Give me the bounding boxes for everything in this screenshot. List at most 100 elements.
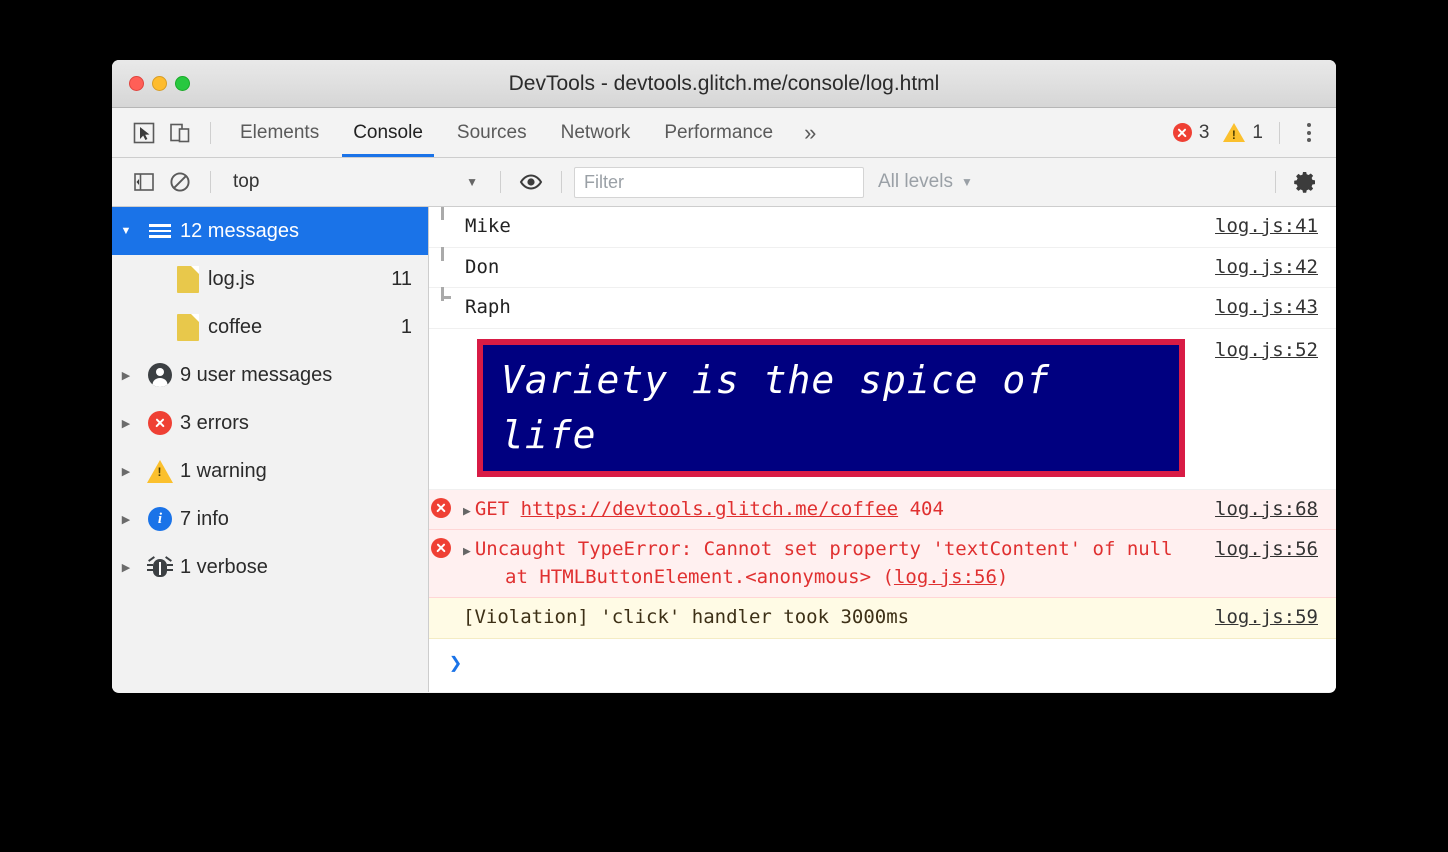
- source-link[interactable]: log.js:59: [1199, 604, 1336, 632]
- cursor-select-icon[interactable]: [126, 115, 162, 151]
- stack-suffix: ): [996, 565, 1009, 588]
- status-divider: [1279, 121, 1280, 144]
- console-message-row[interactable]: Don log.js:42: [429, 246, 1336, 289]
- status-code: 404: [909, 497, 944, 520]
- filter-input[interactable]: [574, 166, 864, 198]
- toolbar-divider: [210, 121, 211, 144]
- console-error-row-exception[interactable]: ▶ Uncaught TypeError: Cannot set property…: [429, 530, 1336, 599]
- sidebar-item-label: 9 user messages: [180, 363, 333, 386]
- log-level-selector[interactable]: All levels ▼: [878, 171, 973, 193]
- violation-gutter: [429, 604, 453, 606]
- error-icon: [140, 411, 180, 435]
- styled-message-container: Variety is the spice of life: [429, 329, 1199, 489]
- clear-console-icon[interactable]: [162, 164, 198, 200]
- console-prompt[interactable]: ❯: [429, 639, 1336, 687]
- sidebar-item-verbose[interactable]: ▶ 1 verbose: [112, 543, 428, 591]
- twisty-icon[interactable]: ▶: [112, 417, 140, 430]
- request-url[interactable]: https://devtools.glitch.me/coffee: [521, 498, 899, 520]
- console-error-row-network[interactable]: ▶ GET https://devtools.glitch.me/coffee 4…: [429, 489, 1336, 531]
- console-message-row[interactable]: Mike log.js:41: [429, 207, 1336, 248]
- sidebar-item-info[interactable]: ▶ i 7 info: [112, 495, 428, 543]
- expand-triangle-icon[interactable]: ▶: [463, 544, 471, 559]
- title-bar: DevTools - devtools.glitch.me/console/lo…: [112, 60, 1336, 108]
- source-link[interactable]: log.js:56: [1199, 536, 1336, 564]
- show-console-sidebar-icon[interactable]: [126, 164, 162, 200]
- sidebar-item-label: 1 verbose: [180, 555, 268, 578]
- user-icon: [140, 363, 180, 387]
- source-link[interactable]: log.js:43: [1199, 294, 1336, 322]
- prompt-chevron-icon: ❯: [449, 650, 463, 676]
- source-link[interactable]: log.js:42: [1199, 254, 1336, 282]
- window-title: DevTools - devtools.glitch.me/console/lo…: [508, 71, 940, 95]
- console-filter-bar: top ▼ All levels ▼: [112, 158, 1336, 207]
- sidebar-item-label: 7 info: [180, 507, 229, 530]
- sidebar-item-label: log.js: [208, 267, 255, 290]
- toolbar-status-area: 3 1: [1172, 121, 1336, 144]
- sidebar-item-label: 3 errors: [180, 411, 249, 434]
- error-count-badge[interactable]: 3: [1172, 121, 1210, 144]
- info-icon: i: [140, 507, 180, 531]
- chevron-down-icon: ▼: [960, 175, 973, 189]
- source-link[interactable]: log.js:52: [1199, 329, 1336, 365]
- exception-line-1: Uncaught TypeError: Cannot set property: [474, 538, 921, 561]
- sidebar-item-messages[interactable]: ▼ 12 messages: [112, 207, 428, 255]
- tab-elements[interactable]: Elements: [223, 108, 336, 157]
- sidebar-item-warning[interactable]: ▶ 1 warning: [112, 447, 428, 495]
- filterbar-right: [1263, 164, 1336, 200]
- sidebar-item-coffee[interactable]: coffee 1: [112, 303, 428, 351]
- sidebar-item-user-messages[interactable]: ▶ 9 user messages: [112, 351, 428, 399]
- expand-triangle-icon[interactable]: ▶: [463, 504, 471, 519]
- sidebar-item-errors[interactable]: ▶ 3 errors: [112, 399, 428, 447]
- document-icon: [168, 313, 208, 341]
- log-level-label: All levels: [878, 171, 953, 192]
- more-tabs-icon[interactable]: »: [790, 108, 830, 157]
- sidebar-item-label: 12 messages: [180, 219, 299, 242]
- twisty-icon[interactable]: ▶: [112, 465, 140, 478]
- message-text: [Violation] 'click' handler took 3000ms: [463, 606, 910, 629]
- stack-prefix: at HTMLButtonElement.<anonymous> (: [505, 565, 894, 588]
- warning-count-badge[interactable]: 1: [1223, 122, 1263, 144]
- message-text: ▶ Uncaught TypeError: Cannot set property…: [453, 536, 1199, 591]
- filterbar-divider-4: [1275, 171, 1276, 193]
- tab-console[interactable]: Console: [336, 108, 440, 157]
- filterbar-divider-2: [500, 171, 501, 193]
- tab-performance[interactable]: Performance: [647, 108, 790, 157]
- devtools-tab-bar: Elements Console Sources Network Perform…: [112, 108, 1336, 158]
- stack-source-link[interactable]: log.js:56: [894, 566, 997, 588]
- error-count-value: 3: [1198, 121, 1210, 143]
- live-expression-icon[interactable]: [513, 164, 549, 200]
- twisty-icon[interactable]: ▶: [112, 369, 140, 382]
- error-icon: [1172, 123, 1192, 142]
- twisty-icon[interactable]: ▶: [112, 561, 140, 574]
- console-message-row[interactable]: Raph log.js:43: [429, 287, 1336, 329]
- console-violation-row[interactable]: [Violation] 'click' handler took 3000ms …: [429, 598, 1336, 640]
- twisty-icon[interactable]: ▶: [112, 513, 140, 526]
- filterbar-divider-3: [561, 171, 562, 193]
- tab-network[interactable]: Network: [544, 108, 648, 157]
- sidebar-item-label: 1 warning: [180, 459, 267, 482]
- error-icon: [429, 536, 453, 559]
- execution-context-selector[interactable]: top ▼: [223, 171, 488, 193]
- error-icon: [429, 496, 453, 518]
- console-message-list: Mike log.js:41 Don log.js:42 Raph log.js…: [429, 207, 1336, 692]
- console-styled-message-row[interactable]: Variety is the spice of life log.js:52: [429, 329, 1336, 490]
- devtools-window: DevTools - devtools.glitch.me/console/lo…: [112, 60, 1336, 693]
- warning-count-value: 1: [1252, 121, 1263, 143]
- sidebar-item-logjs[interactable]: log.js 11: [112, 255, 428, 303]
- message-text: Mike: [465, 215, 511, 237]
- styled-banner-text: Variety is the spice of life: [477, 338, 1186, 477]
- sidebar-item-label: coffee: [208, 315, 263, 338]
- warning-icon: [1223, 123, 1246, 142]
- exception-line-2: 'textContent' of null: [932, 538, 1173, 561]
- gear-icon[interactable]: [1288, 164, 1324, 200]
- message-text: ▶ GET https://devtools.glitch.me/coffee 4…: [453, 496, 1199, 524]
- device-toolbar-icon[interactable]: [162, 115, 198, 151]
- warning-icon: [140, 459, 180, 483]
- console-sidebar: ▼ 12 messages log.js 11 coffee 1 ▶ 9 use…: [112, 207, 429, 692]
- kebab-menu-icon[interactable]: [1292, 123, 1326, 142]
- chevron-down-icon: ▼: [466, 175, 478, 189]
- source-link[interactable]: log.js:68: [1199, 496, 1336, 524]
- source-link[interactable]: log.js:41: [1199, 213, 1336, 241]
- twisty-icon[interactable]: ▼: [112, 225, 140, 237]
- tab-sources[interactable]: Sources: [440, 108, 544, 157]
